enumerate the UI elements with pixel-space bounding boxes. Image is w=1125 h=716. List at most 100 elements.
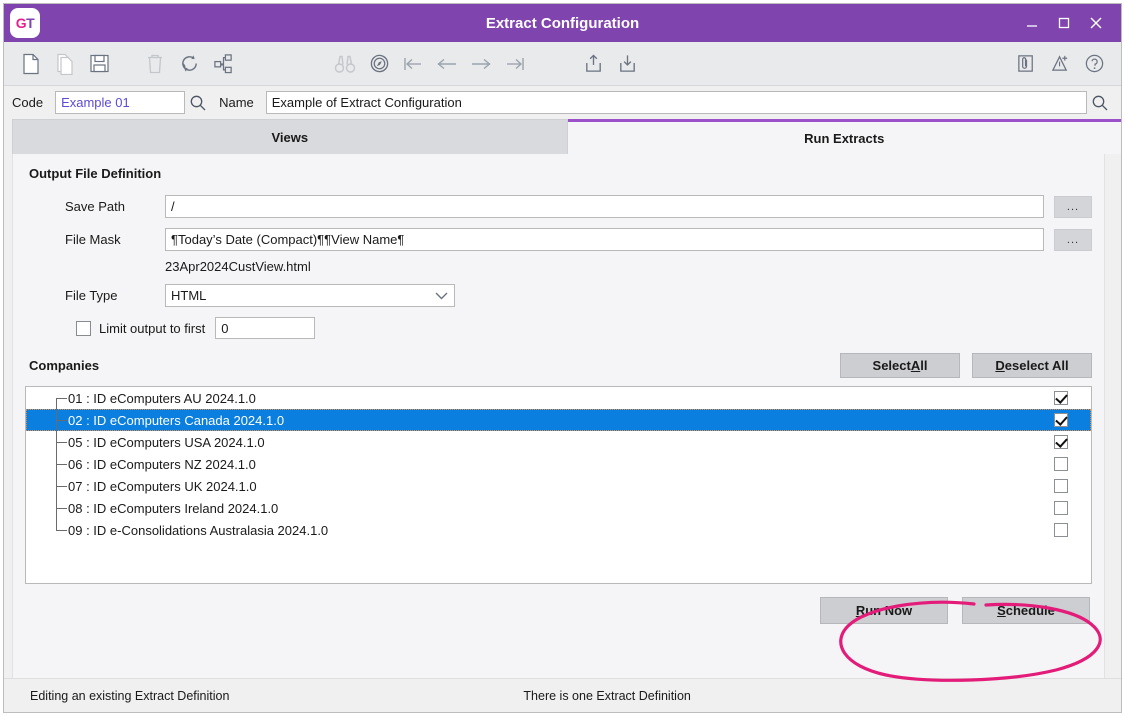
next-record-icon[interactable] xyxy=(464,47,498,81)
tab-views-label: Views xyxy=(271,130,308,145)
save-path-input[interactable] xyxy=(165,195,1044,218)
output-file-definition-title: Output File Definition xyxy=(29,166,1092,181)
run-extracts-panel: Output File Definition Save Path ... Fil… xyxy=(12,154,1105,678)
run-now-accel: R xyxy=(856,603,865,618)
save-icon[interactable] xyxy=(82,47,116,81)
status-left-text: Editing an existing Extract Definition xyxy=(30,689,229,703)
code-search-icon[interactable] xyxy=(185,90,211,116)
company-checkbox-cell xyxy=(1031,479,1091,493)
company-checkbox[interactable] xyxy=(1054,391,1068,405)
name-search-icon[interactable] xyxy=(1087,90,1113,116)
file-mask-browse-button[interactable]: ... xyxy=(1054,229,1092,251)
company-checkbox[interactable] xyxy=(1054,457,1068,471)
deselect-all-accel: D xyxy=(995,358,1004,373)
file-type-row: File Type HTML xyxy=(25,284,1092,307)
table-row[interactable]: 07 : ID eComputers UK 2024.1.0 xyxy=(26,475,1091,497)
tree-connector xyxy=(26,431,68,453)
company-checkbox[interactable] xyxy=(1054,413,1068,427)
tab-run-extracts[interactable]: Run Extracts xyxy=(568,119,1122,154)
first-record-icon[interactable] xyxy=(396,47,430,81)
window-title: Extract Configuration xyxy=(4,15,1121,32)
file-mask-label: File Mask xyxy=(65,232,165,247)
tree-connector xyxy=(26,387,68,409)
tab-run-extracts-label: Run Extracts xyxy=(804,131,884,146)
company-checkbox-cell xyxy=(1031,435,1091,449)
tree-connector xyxy=(26,475,68,497)
file-type-select-wrap: HTML xyxy=(165,284,455,307)
copy-icon[interactable] xyxy=(48,47,82,81)
alert-add-icon[interactable] xyxy=(1043,47,1077,81)
table-row[interactable]: 09 : ID e-Consolidations Australasia 202… xyxy=(26,519,1091,541)
select-all-button[interactable]: Select All xyxy=(840,353,960,378)
tree-connector xyxy=(26,409,68,431)
table-row[interactable]: 01 : ID eComputers AU 2024.1.0 xyxy=(26,387,1091,409)
company-label: 02 : ID eComputers Canada 2024.1.0 xyxy=(68,413,1031,428)
save-path-label: Save Path xyxy=(65,199,165,214)
locate-icon[interactable] xyxy=(362,47,396,81)
name-input[interactable] xyxy=(266,91,1087,114)
new-icon[interactable] xyxy=(14,47,48,81)
save-path-row: Save Path ... xyxy=(25,195,1092,218)
code-input[interactable] xyxy=(55,91,185,114)
company-checkbox-cell xyxy=(1031,457,1091,471)
company-label: 01 : ID eComputers AU 2024.1.0 xyxy=(68,391,1031,406)
export-icon[interactable] xyxy=(576,47,610,81)
file-type-label: File Type xyxy=(65,288,165,303)
tab-bar: Views Run Extracts xyxy=(4,119,1121,154)
run-now-button[interactable]: Run Now xyxy=(820,597,948,624)
file-type-select[interactable]: HTML xyxy=(165,284,455,307)
attachment-icon[interactable] xyxy=(1009,47,1043,81)
deselect-all-button[interactable]: Deselect All xyxy=(972,353,1092,378)
companies-list[interactable]: 01 : ID eComputers AU 2024.1.0 02 : ID e… xyxy=(25,386,1092,584)
company-checkbox-cell xyxy=(1031,391,1091,405)
tree-connector xyxy=(26,519,68,541)
maximize-icon[interactable] xyxy=(1049,9,1079,37)
workflow-icon[interactable] xyxy=(206,47,240,81)
limit-output-value-input[interactable] xyxy=(215,317,315,339)
schedule-button[interactable]: Schedule xyxy=(962,597,1090,624)
limit-output-row: Limit output to first xyxy=(25,317,1092,339)
deselect-all-post: eselect All xyxy=(1005,358,1069,373)
main-toolbar xyxy=(4,42,1121,86)
minimize-icon[interactable] xyxy=(1017,9,1047,37)
table-row[interactable]: 05 : ID eComputers USA 2024.1.0 xyxy=(26,431,1091,453)
company-label: 07 : ID eComputers UK 2024.1.0 xyxy=(68,479,1031,494)
logo-letter-t: T xyxy=(26,15,34,31)
table-row[interactable]: 08 : ID eComputers Ireland 2024.1.0 xyxy=(26,497,1091,519)
tab-views[interactable]: Views xyxy=(12,119,568,154)
last-record-icon[interactable] xyxy=(498,47,532,81)
company-checkbox[interactable] xyxy=(1054,435,1068,449)
schedule-post: chedule xyxy=(1006,603,1055,618)
file-mask-input[interactable] xyxy=(165,228,1044,251)
close-icon[interactable] xyxy=(1081,9,1111,37)
logo-letter-g: G xyxy=(16,15,26,31)
select-all-pre: Select xyxy=(873,358,911,373)
schedule-accel: S xyxy=(997,603,1006,618)
table-row[interactable]: 02 : ID eComputers Canada 2024.1.0 xyxy=(26,409,1091,431)
limit-output-checkbox[interactable] xyxy=(76,321,91,336)
select-all-accel: A xyxy=(911,358,920,373)
find-icon[interactable] xyxy=(328,47,362,81)
name-label: Name xyxy=(219,95,254,110)
code-name-bar: Code Name xyxy=(4,86,1121,119)
company-checkbox[interactable] xyxy=(1054,523,1068,537)
select-all-post: ll xyxy=(920,358,927,373)
company-label: 05 : ID eComputers USA 2024.1.0 xyxy=(68,435,1031,450)
company-checkbox-cell xyxy=(1031,523,1091,537)
previous-record-icon[interactable] xyxy=(430,47,464,81)
tree-connector xyxy=(26,453,68,475)
save-path-browse-button[interactable]: ... xyxy=(1054,196,1092,218)
company-label: 08 : ID eComputers Ireland 2024.1.0 xyxy=(68,501,1031,516)
help-icon[interactable] xyxy=(1077,47,1111,81)
table-row[interactable]: 06 : ID eComputers NZ 2024.1.0 xyxy=(26,453,1091,475)
refresh-icon[interactable] xyxy=(172,47,206,81)
company-checkbox[interactable] xyxy=(1054,479,1068,493)
app-logo: GT xyxy=(10,8,40,38)
companies-title: Companies xyxy=(29,358,99,373)
file-mask-preview: 23Apr2024CustView.html xyxy=(25,259,1092,274)
delete-icon[interactable] xyxy=(138,47,172,81)
action-buttons: Run Now Schedule xyxy=(25,597,1092,624)
title-bar: GT Extract Configuration xyxy=(4,4,1121,42)
import-icon[interactable] xyxy=(610,47,644,81)
company-checkbox[interactable] xyxy=(1054,501,1068,515)
